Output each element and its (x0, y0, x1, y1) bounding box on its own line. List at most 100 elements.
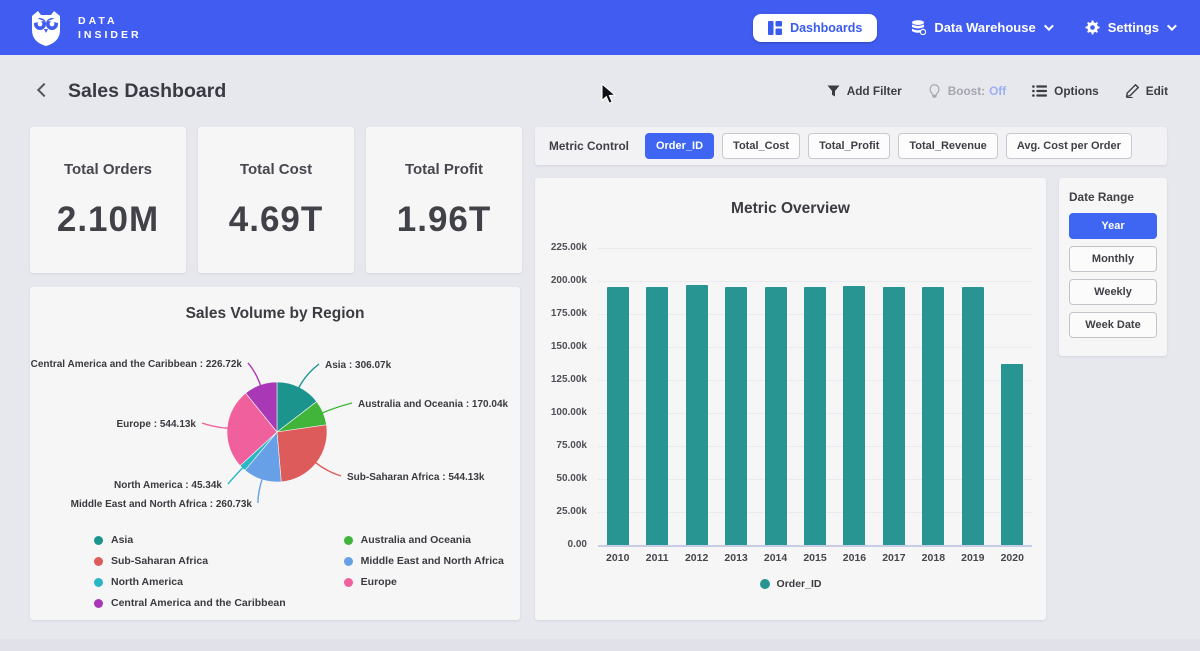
bar-2016[interactable] (843, 286, 865, 545)
page-header: Sales Dashboard Add Filter Boost: Off (0, 70, 1200, 112)
pie-legend-label: Central America and the Caribbean (111, 597, 286, 609)
pie-label-leader (228, 467, 243, 484)
back-button[interactable] (32, 80, 54, 102)
y-axis-tick: 25.00k (539, 506, 587, 517)
nav-data-warehouse-button[interactable]: Data Warehouse (911, 20, 1050, 35)
pie-legend-item-australia-and-oceania[interactable]: Australia and Oceania (344, 534, 504, 546)
pie-legend-item-sub-saharan-africa[interactable]: Sub-Saharan Africa (94, 555, 286, 567)
database-icon (911, 20, 926, 35)
gear-icon (1085, 20, 1100, 35)
y-axis-tick: 50.00k (539, 473, 587, 484)
metric-chip-total-revenue[interactable]: Total_Revenue (898, 133, 997, 159)
pie-legend-label: Europe (361, 576, 397, 588)
kpi-value: 1.96T (397, 200, 492, 240)
gridline (598, 281, 1032, 282)
pie-label-sub-saharan-africa: Sub-Saharan Africa : 544.13k (347, 472, 485, 483)
y-axis-tick: 175.00k (539, 308, 587, 319)
metric-chip-total-profit[interactable]: Total_Profit (808, 133, 890, 159)
legend-dot-icon (94, 557, 103, 566)
metric-chip-avg-cost-per-order[interactable]: Avg. Cost per Order (1006, 133, 1132, 159)
pie-legend-item-central-america-and-the-caribbean[interactable]: Central America and the Caribbean (94, 597, 286, 609)
pie-legend-item-europe[interactable]: Europe (344, 576, 504, 588)
boost-toggle[interactable]: Boost: Off (928, 84, 1006, 98)
nav-data-warehouse-label: Data Warehouse (934, 20, 1035, 35)
bar-2014[interactable] (765, 287, 787, 545)
nav-settings-button[interactable]: Settings (1085, 20, 1174, 35)
pie-label-middle-east-and-north-africa: Middle East and North Africa : 260.73k (71, 499, 253, 510)
legend-dot-icon (344, 557, 353, 566)
pie-legend-label: North America (111, 576, 183, 588)
pie-label-asia: Asia : 306.07k (325, 360, 392, 371)
add-filter-button[interactable]: Add Filter (827, 84, 902, 98)
boost-value: Off (989, 84, 1006, 98)
kpi-value: 4.69T (229, 200, 324, 240)
pie-label-leader (315, 462, 341, 476)
bar-2015[interactable] (804, 287, 826, 545)
gridline (598, 248, 1032, 249)
page-title: Sales Dashboard (68, 80, 226, 103)
legend-dot-icon (344, 578, 353, 587)
date-range-monthly[interactable]: Monthly (1069, 246, 1157, 272)
pie-label-north-america: North America : 45.34k (114, 480, 222, 491)
legend-dot-icon (94, 536, 103, 545)
bar-2013[interactable] (725, 287, 747, 545)
chevron-down-icon (1044, 21, 1054, 31)
date-range-group: Year Monthly Weekly Week Date (1069, 213, 1157, 338)
metric-control-label: Metric Control (549, 139, 629, 153)
sales-volume-card: Sales Volume by Region Asia : 306.07k Aus… (30, 287, 520, 620)
bar-2010[interactable] (607, 287, 629, 545)
pie-legend-item-asia[interactable]: Asia (94, 534, 286, 546)
bar-2019[interactable] (962, 287, 984, 545)
bar-2020[interactable] (1001, 364, 1023, 545)
brand-line2: INSIDER (78, 29, 142, 41)
options-button[interactable]: Options (1032, 84, 1099, 98)
pie-slice-sub-saharan-africa[interactable] (277, 425, 327, 482)
metric-chip-total-cost[interactable]: Total_Cost (722, 133, 800, 159)
x-axis-tick: 2010 (598, 552, 637, 564)
pie-legend-column: Australia and Oceania Middle East and Nor… (344, 534, 504, 609)
bar-2012[interactable] (686, 285, 708, 545)
x-axis-tick: 2018 (914, 552, 953, 564)
bottom-band (0, 639, 1200, 651)
chevron-down-icon (1167, 21, 1177, 31)
pie-chart: Asia : 306.07k Australia and Oceania : 17… (30, 327, 520, 532)
metric-overview-card: Metric Overview 0.0025.00k50.00k75.00k10… (535, 178, 1046, 620)
navbar: DATA INSIDER Dashboards D (0, 0, 1200, 55)
pie-label-australia-and-oceania: Australia and Oceania : 170.04k (358, 399, 509, 410)
y-axis-tick: 200.00k (539, 275, 587, 286)
kpi-value: 2.10M (57, 200, 159, 240)
pie-label-leader (299, 364, 319, 388)
pie-label-leader (258, 479, 262, 503)
pie-legend-item-middle-east-and-north-africa[interactable]: Middle East and North Africa (344, 555, 504, 567)
y-axis-tick: 125.00k (539, 374, 587, 385)
kpi-label: Total Profit (405, 161, 483, 178)
pie-label-leader (248, 363, 261, 386)
boost-label: Boost: (948, 84, 985, 98)
date-range-weekly[interactable]: Weekly (1069, 279, 1157, 305)
header-actions: Add Filter Boost: Off Options (827, 84, 1168, 98)
options-label: Options (1054, 84, 1099, 98)
bar-2017[interactable] (883, 287, 905, 545)
edit-label: Edit (1146, 84, 1168, 98)
mouse-cursor (601, 83, 621, 105)
kpi-label: Total Orders (64, 161, 152, 178)
date-range-week-date[interactable]: Week Date (1069, 312, 1157, 338)
add-filter-label: Add Filter (847, 84, 902, 98)
dashboard-grid-icon (768, 21, 782, 35)
date-range-year[interactable]: Year (1069, 213, 1157, 239)
y-axis-tick: 0.00 (539, 539, 587, 550)
pie-legend-item-north-america[interactable]: North America (94, 576, 286, 588)
x-axis-tick: 2016 (835, 552, 874, 564)
pie-chart-title: Sales Volume by Region (30, 305, 520, 323)
nav-dashboards-button[interactable]: Dashboards (753, 14, 877, 42)
bar-2018[interactable] (922, 287, 944, 545)
nav-settings-label: Settings (1108, 20, 1159, 35)
x-axis-tick: 2011 (637, 552, 676, 564)
legend-dot-icon (94, 599, 103, 608)
brand-line1: DATA (78, 15, 142, 27)
kpi-card-total-profit: Total Profit 1.96T (366, 127, 522, 273)
bar-2011[interactable] (646, 287, 668, 545)
edit-button[interactable]: Edit (1125, 84, 1168, 98)
bar-legend-label: Order_ID (777, 578, 822, 590)
metric-chip-order-id[interactable]: Order_ID (645, 133, 714, 159)
